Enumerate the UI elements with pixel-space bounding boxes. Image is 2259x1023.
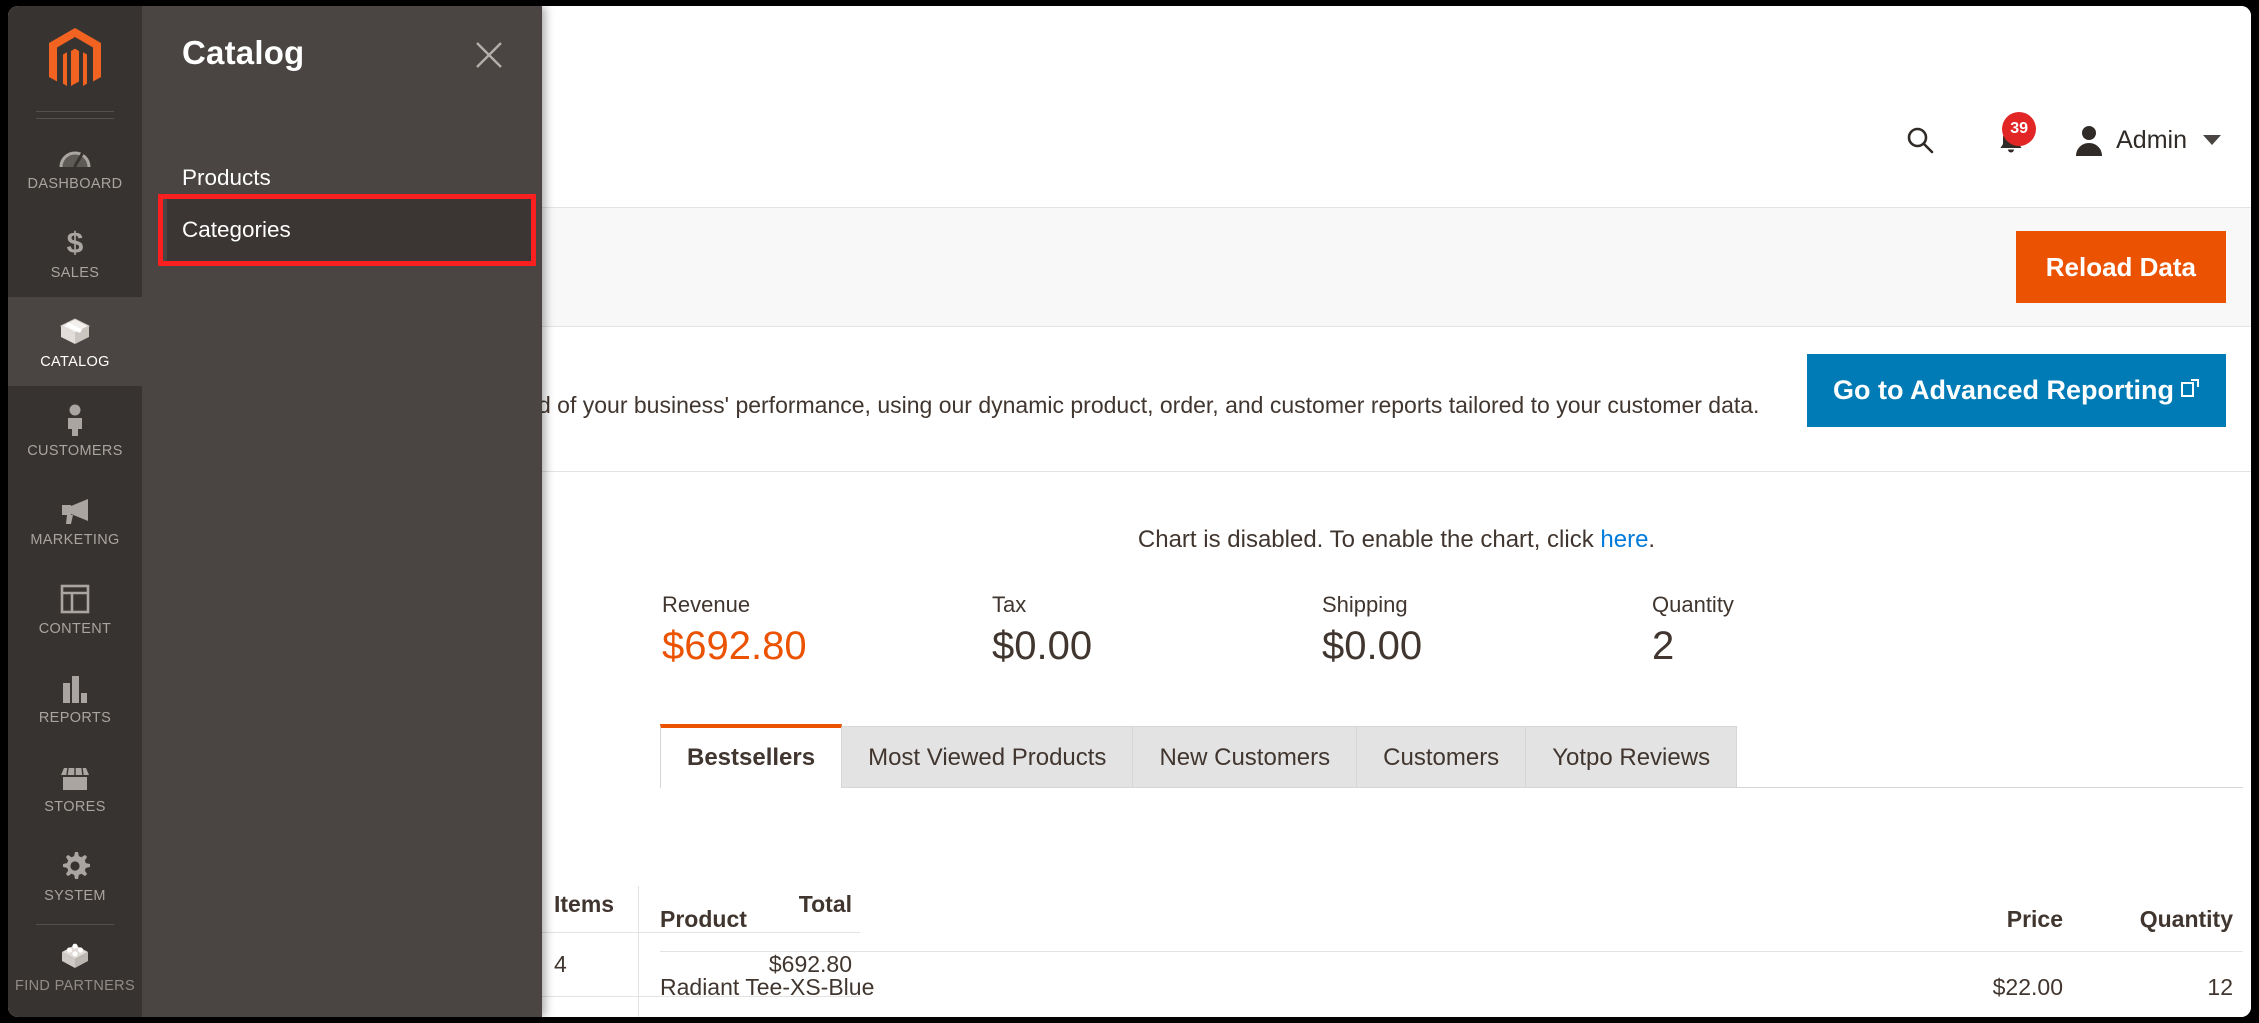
total-shipping: Shipping $0.00 [1322, 592, 1652, 669]
magento-logo-icon [49, 28, 101, 86]
admin-page: DASHBOARD $ SALES CATALOG CUSTOMERS MARK… [8, 6, 2251, 1017]
magento-logo[interactable] [8, 6, 142, 114]
tab-yotpo-reviews[interactable]: Yotpo Reviews [1525, 726, 1738, 788]
screenshot-frame: DASHBOARD $ SALES CATALOG CUSTOMERS MARK… [0, 0, 2259, 1023]
chart-disabled-text-end: . [1648, 526, 1656, 553]
flyout-item-categories-label: Categories [182, 217, 291, 242]
sidebar-item-find-partners[interactable]: FIND PARTNERS [8, 925, 142, 1005]
dashboard-tabs: Bestsellers Most Viewed Products New Cus… [542, 724, 2251, 789]
sidebar-item-marketing[interactable]: MARKETING [8, 475, 142, 564]
column-header-items: Items [554, 891, 615, 917]
box-icon [58, 313, 92, 347]
total-shipping-label: Shipping [1322, 592, 1408, 617]
column-header-quantity: Quantity [2139, 906, 2233, 932]
total-tax-label: Tax [992, 592, 1027, 617]
sidebar-item-catalog[interactable]: CATALOG [8, 297, 142, 386]
sidebar-item-sales[interactable]: $ SALES [8, 208, 142, 297]
extension-blocks-icon [58, 937, 92, 971]
cell-quantity: 12 [2207, 974, 2233, 1000]
bell-icon[interactable]: 39 [1974, 112, 2048, 164]
storefront-icon [59, 758, 91, 792]
sidebar-item-dashboard[interactable]: DASHBOARD [8, 119, 142, 208]
sidebar-item-stores[interactable]: STORES [8, 742, 142, 831]
sidebar-label-find-partners: FIND PARTNERS [14, 977, 136, 994]
user-avatar-icon [2074, 124, 2104, 156]
sidebar-label-dashboard: DASHBOARD [27, 176, 123, 192]
sidebar-item-system[interactable]: SYSTEM [8, 831, 142, 920]
flyout-item-products[interactable]: Products [142, 154, 542, 202]
total-quantity-value: 2 [1652, 624, 1675, 668]
cell-price: $22.00 [1992, 974, 2063, 1000]
dollar-sign-icon: $ [64, 224, 86, 258]
total-tax-value: $0.00 [992, 624, 1093, 668]
gear-icon [60, 847, 90, 881]
reload-data-button[interactable]: Reload Data [2015, 231, 2226, 303]
total-shipping-value: $0.00 [1322, 624, 1423, 668]
bar-chart-icon [60, 669, 90, 703]
flyout-item-products-label: Products [182, 165, 271, 190]
tab-new-customers[interactable]: New Customers [1132, 726, 1358, 788]
flyout-title: Catalog [182, 34, 305, 71]
sidebar-label-catalog: CATALOG [40, 354, 110, 370]
column-header-product: Product [660, 906, 747, 932]
admin-header: 39 Admin [542, 6, 2251, 207]
advanced-reporting-section: d of your business' performance, using o… [542, 327, 2251, 472]
svg-text:$: $ [67, 227, 84, 258]
external-link-icon [2180, 374, 2200, 397]
sidebar-label-marketing: MARKETING [30, 532, 120, 548]
chart-disabled-text: Chart is disabled. To enable the chart, … [1137, 526, 1601, 553]
enable-chart-link[interactable]: here [1600, 526, 1648, 553]
sidebar-label-customers: CUSTOMERS [27, 443, 123, 459]
go-to-advanced-reporting-button[interactable]: Go to Advanced Reporting [1806, 354, 2226, 427]
sidebar-label-content: CONTENT [38, 621, 112, 637]
table-row: Radiant Tee-XS-Blue $22.00 12 [660, 952, 2243, 1001]
total-quantity-label: Quantity [1652, 592, 1734, 617]
tab-customers[interactable]: Customers [1356, 726, 1527, 788]
catalog-flyout-panel: Catalog Products Categories [142, 6, 542, 1017]
sidebar-label-reports: REPORTS [38, 710, 112, 726]
total-quantity: Quantity 2 [1652, 592, 1982, 669]
person-icon [63, 402, 87, 436]
main-content: 39 Admin Reload Data d of your business'… [542, 6, 2251, 1017]
page-actions-bar: Reload Data [542, 207, 2251, 327]
dashboard-gauge-icon [59, 135, 91, 169]
total-revenue: Revenue $692.80 [662, 592, 992, 669]
sidebar-item-reports[interactable]: REPORTS [8, 653, 142, 742]
cell-product: Radiant Tee-XS-Blue [660, 974, 875, 1000]
sidebar-label-system: SYSTEM [44, 888, 106, 904]
notifications-count-badge: 39 [2002, 112, 2037, 146]
sidebar-label-stores: STORES [44, 799, 106, 815]
chart-disabled-notice: Chart is disabled. To enable the chart, … [542, 526, 2251, 554]
total-revenue-label: Revenue [662, 592, 751, 617]
bestsellers-header-row: Product Price Quantity [660, 906, 2243, 952]
layout-page-icon [60, 580, 90, 614]
sidebar-item-content[interactable]: CONTENT [8, 564, 142, 653]
tab-most-viewed-products[interactable]: Most Viewed Products [841, 726, 1134, 788]
flyout-item-categories[interactable]: Categories [142, 199, 542, 261]
admin-account-menu[interactable]: Admin [2074, 124, 2225, 156]
tab-bestsellers[interactable]: Bestsellers [660, 724, 843, 789]
admin-sidebar-rail: DASHBOARD $ SALES CATALOG CUSTOMERS MARK… [8, 6, 142, 1017]
close-icon[interactable] [470, 36, 508, 74]
column-header-price: Price [2006, 906, 2063, 932]
go-to-advanced-reporting-label: Go to Advanced Reporting [1832, 375, 2174, 405]
chevron-down-icon [2203, 135, 2221, 145]
bestsellers-table: Product Price Quantity Radiant Tee-XS-Bl… [660, 906, 2243, 1001]
totals-row: Revenue $692.80 Tax $0.00 Shipping $0.00… [542, 592, 2251, 669]
total-tax: Tax $0.00 [992, 592, 1322, 669]
sidebar-label-sales: SALES [50, 265, 100, 281]
megaphone-icon [58, 491, 92, 525]
total-revenue-value: $692.80 [662, 624, 807, 668]
sidebar-item-customers[interactable]: CUSTOMERS [8, 386, 142, 475]
admin-account-label: Admin [2116, 125, 2187, 154]
search-icon[interactable] [1888, 116, 1952, 164]
cell-items: 4 [554, 951, 567, 977]
header-tools: 39 Admin [1888, 112, 2225, 164]
